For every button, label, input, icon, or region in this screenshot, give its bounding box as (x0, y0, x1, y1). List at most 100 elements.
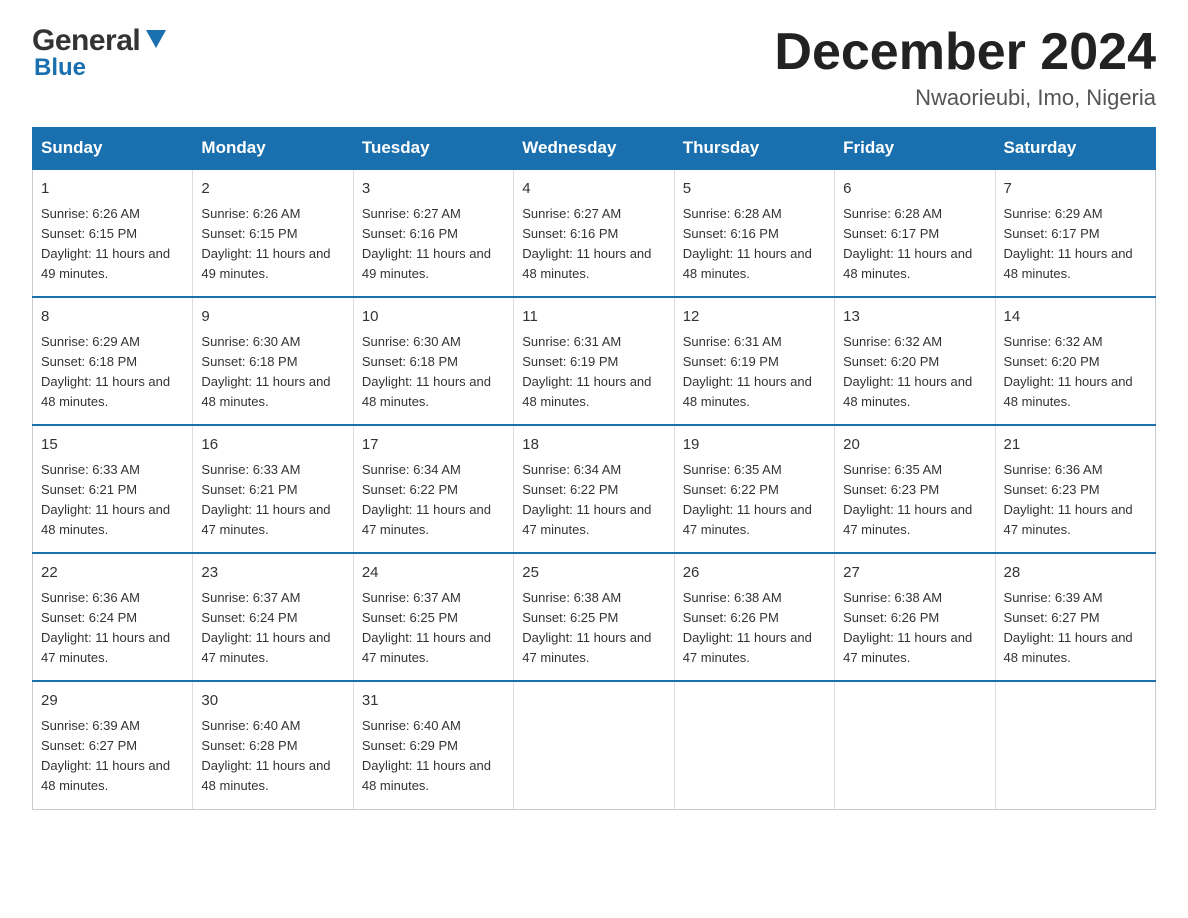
calendar-week-row: 22Sunrise: 6:36 AMSunset: 6:24 PMDayligh… (33, 553, 1156, 681)
day-number: 7 (1004, 178, 1147, 201)
table-row: 9Sunrise: 6:30 AMSunset: 6:18 PMDaylight… (193, 297, 353, 425)
day-number: 27 (843, 562, 986, 585)
calendar-week-row: 15Sunrise: 6:33 AMSunset: 6:21 PMDayligh… (33, 425, 1156, 553)
header-monday: Monday (193, 128, 353, 170)
table-row: 4Sunrise: 6:27 AMSunset: 6:16 PMDaylight… (514, 169, 674, 297)
table-row: 19 Sunrise: 6:35 AMSunset: 6:22 PMDayligh… (674, 425, 834, 553)
header-sunday: Sunday (33, 128, 193, 170)
day-number: 25 (522, 562, 665, 585)
table-row: 12 Sunrise: 6:31 AMSunset: 6:19 PMDayligh… (674, 297, 834, 425)
day-number: 2 (201, 178, 344, 201)
table-row: 26 Sunrise: 6:38 AMSunset: 6:26 PMDayligh… (674, 553, 834, 681)
day-info: Sunrise: 6:32 AMSunset: 6:20 PMDaylight:… (1004, 334, 1133, 409)
day-number: 28 (1004, 562, 1147, 585)
table-row: 17Sunrise: 6:34 AMSunset: 6:22 PMDayligh… (353, 425, 513, 553)
table-row: 29 Sunrise: 6:39 AMSunset: 6:27 PMDayligh… (33, 681, 193, 809)
table-row: 22Sunrise: 6:36 AMSunset: 6:24 PMDayligh… (33, 553, 193, 681)
day-info: Sunrise: 6:35 AMSunset: 6:23 PMDaylight:… (843, 462, 972, 537)
day-number: 13 (843, 306, 986, 329)
table-row: 13Sunrise: 6:32 AMSunset: 6:20 PMDayligh… (835, 297, 995, 425)
table-row: 25 Sunrise: 6:38 AMSunset: 6:25 PMDayligh… (514, 553, 674, 681)
day-number: 10 (362, 306, 505, 329)
day-number: 23 (201, 562, 344, 585)
calendar-week-row: 8 Sunrise: 6:29 AMSunset: 6:18 PMDaylight… (33, 297, 1156, 425)
day-number: 11 (522, 306, 665, 329)
table-row: 11Sunrise: 6:31 AMSunset: 6:19 PMDayligh… (514, 297, 674, 425)
title-section: December 2024 Nwaorieubi, Imo, Nigeria (774, 24, 1156, 111)
day-info: Sunrise: 6:27 AMSunset: 6:16 PMDaylight:… (362, 206, 491, 281)
day-info: Sunrise: 6:38 AMSunset: 6:25 PMDaylight:… (522, 590, 651, 665)
day-info: Sunrise: 6:28 AMSunset: 6:17 PMDaylight:… (843, 206, 972, 281)
day-info: Sunrise: 6:35 AMSunset: 6:22 PMDaylight:… (683, 462, 812, 537)
table-row: 5 Sunrise: 6:28 AMSunset: 6:16 PMDaylight… (674, 169, 834, 297)
table-row: 14 Sunrise: 6:32 AMSunset: 6:20 PMDayligh… (995, 297, 1155, 425)
table-row: 31 Sunrise: 6:40 AMSunset: 6:29 PMDayligh… (353, 681, 513, 809)
day-info: Sunrise: 6:38 AMSunset: 6:26 PMDaylight:… (683, 590, 812, 665)
day-number: 26 (683, 562, 826, 585)
table-row: 6Sunrise: 6:28 AMSunset: 6:17 PMDaylight… (835, 169, 995, 297)
day-info: Sunrise: 6:34 AMSunset: 6:22 PMDaylight:… (522, 462, 651, 537)
table-row: 1 Sunrise: 6:26 AMSunset: 6:15 PMDaylight… (33, 169, 193, 297)
day-number: 29 (41, 690, 184, 713)
table-row: 16Sunrise: 6:33 AMSunset: 6:21 PMDayligh… (193, 425, 353, 553)
day-info: Sunrise: 6:38 AMSunset: 6:26 PMDaylight:… (843, 590, 972, 665)
day-info: Sunrise: 6:33 AMSunset: 6:21 PMDaylight:… (41, 462, 170, 537)
table-row (674, 681, 834, 809)
day-number: 5 (683, 178, 826, 201)
table-row: 18 Sunrise: 6:34 AMSunset: 6:22 PMDayligh… (514, 425, 674, 553)
day-number: 14 (1004, 306, 1147, 329)
day-number: 8 (41, 306, 184, 329)
header-friday: Friday (835, 128, 995, 170)
table-row (995, 681, 1155, 809)
logo-blue-text: Blue (32, 54, 86, 82)
logo: General Blue (32, 24, 170, 82)
day-number: 24 (362, 562, 505, 585)
table-row: 8 Sunrise: 6:29 AMSunset: 6:18 PMDaylight… (33, 297, 193, 425)
day-number: 19 (683, 434, 826, 457)
table-row: 27 Sunrise: 6:38 AMSunset: 6:26 PMDayligh… (835, 553, 995, 681)
day-info: Sunrise: 6:40 AMSunset: 6:29 PMDaylight:… (362, 718, 491, 793)
day-info: Sunrise: 6:28 AMSunset: 6:16 PMDaylight:… (683, 206, 812, 281)
day-info: Sunrise: 6:36 AMSunset: 6:24 PMDaylight:… (41, 590, 170, 665)
day-info: Sunrise: 6:26 AMSunset: 6:15 PMDaylight:… (201, 206, 330, 281)
day-number: 9 (201, 306, 344, 329)
day-number: 3 (362, 178, 505, 201)
day-info: Sunrise: 6:26 AMSunset: 6:15 PMDaylight:… (41, 206, 170, 281)
day-info: Sunrise: 6:40 AMSunset: 6:28 PMDaylight:… (201, 718, 330, 793)
day-info: Sunrise: 6:30 AMSunset: 6:18 PMDaylight:… (362, 334, 491, 409)
day-info: Sunrise: 6:36 AMSunset: 6:23 PMDaylight:… (1004, 462, 1133, 537)
day-info: Sunrise: 6:31 AMSunset: 6:19 PMDaylight:… (683, 334, 812, 409)
day-info: Sunrise: 6:29 AMSunset: 6:18 PMDaylight:… (41, 334, 170, 409)
header-thursday: Thursday (674, 128, 834, 170)
day-number: 17 (362, 434, 505, 457)
header-wednesday: Wednesday (514, 128, 674, 170)
table-row: 7 Sunrise: 6:29 AMSunset: 6:17 PMDaylight… (995, 169, 1155, 297)
header-tuesday: Tuesday (353, 128, 513, 170)
table-row: 28Sunrise: 6:39 AMSunset: 6:27 PMDayligh… (995, 553, 1155, 681)
logo-general-text: General (32, 24, 140, 58)
table-row: 2 Sunrise: 6:26 AMSunset: 6:15 PMDaylight… (193, 169, 353, 297)
table-row: 30 Sunrise: 6:40 AMSunset: 6:28 PMDayligh… (193, 681, 353, 809)
table-row: 23 Sunrise: 6:37 AMSunset: 6:24 PMDayligh… (193, 553, 353, 681)
day-number: 12 (683, 306, 826, 329)
table-row: 10 Sunrise: 6:30 AMSunset: 6:18 PMDayligh… (353, 297, 513, 425)
day-info: Sunrise: 6:39 AMSunset: 6:27 PMDaylight:… (41, 718, 170, 793)
table-row: 20Sunrise: 6:35 AMSunset: 6:23 PMDayligh… (835, 425, 995, 553)
day-info: Sunrise: 6:37 AMSunset: 6:25 PMDaylight:… (362, 590, 491, 665)
table-row: 3 Sunrise: 6:27 AMSunset: 6:16 PMDaylight… (353, 169, 513, 297)
table-row (514, 681, 674, 809)
day-info: Sunrise: 6:37 AMSunset: 6:24 PMDaylight:… (201, 590, 330, 665)
day-number: 1 (41, 178, 184, 201)
header-saturday: Saturday (995, 128, 1155, 170)
day-number: 31 (362, 690, 505, 713)
day-number: 18 (522, 434, 665, 457)
calendar-week-row: 29 Sunrise: 6:39 AMSunset: 6:27 PMDayligh… (33, 681, 1156, 809)
day-number: 16 (201, 434, 344, 457)
table-row (835, 681, 995, 809)
logo-arrow-icon (142, 26, 170, 54)
calendar-table: Sunday Monday Tuesday Wednesday Thursday… (32, 127, 1156, 809)
table-row: 24 Sunrise: 6:37 AMSunset: 6:25 PMDayligh… (353, 553, 513, 681)
day-info: Sunrise: 6:29 AMSunset: 6:17 PMDaylight:… (1004, 206, 1133, 281)
day-number: 30 (201, 690, 344, 713)
day-info: Sunrise: 6:27 AMSunset: 6:16 PMDaylight:… (522, 206, 651, 281)
